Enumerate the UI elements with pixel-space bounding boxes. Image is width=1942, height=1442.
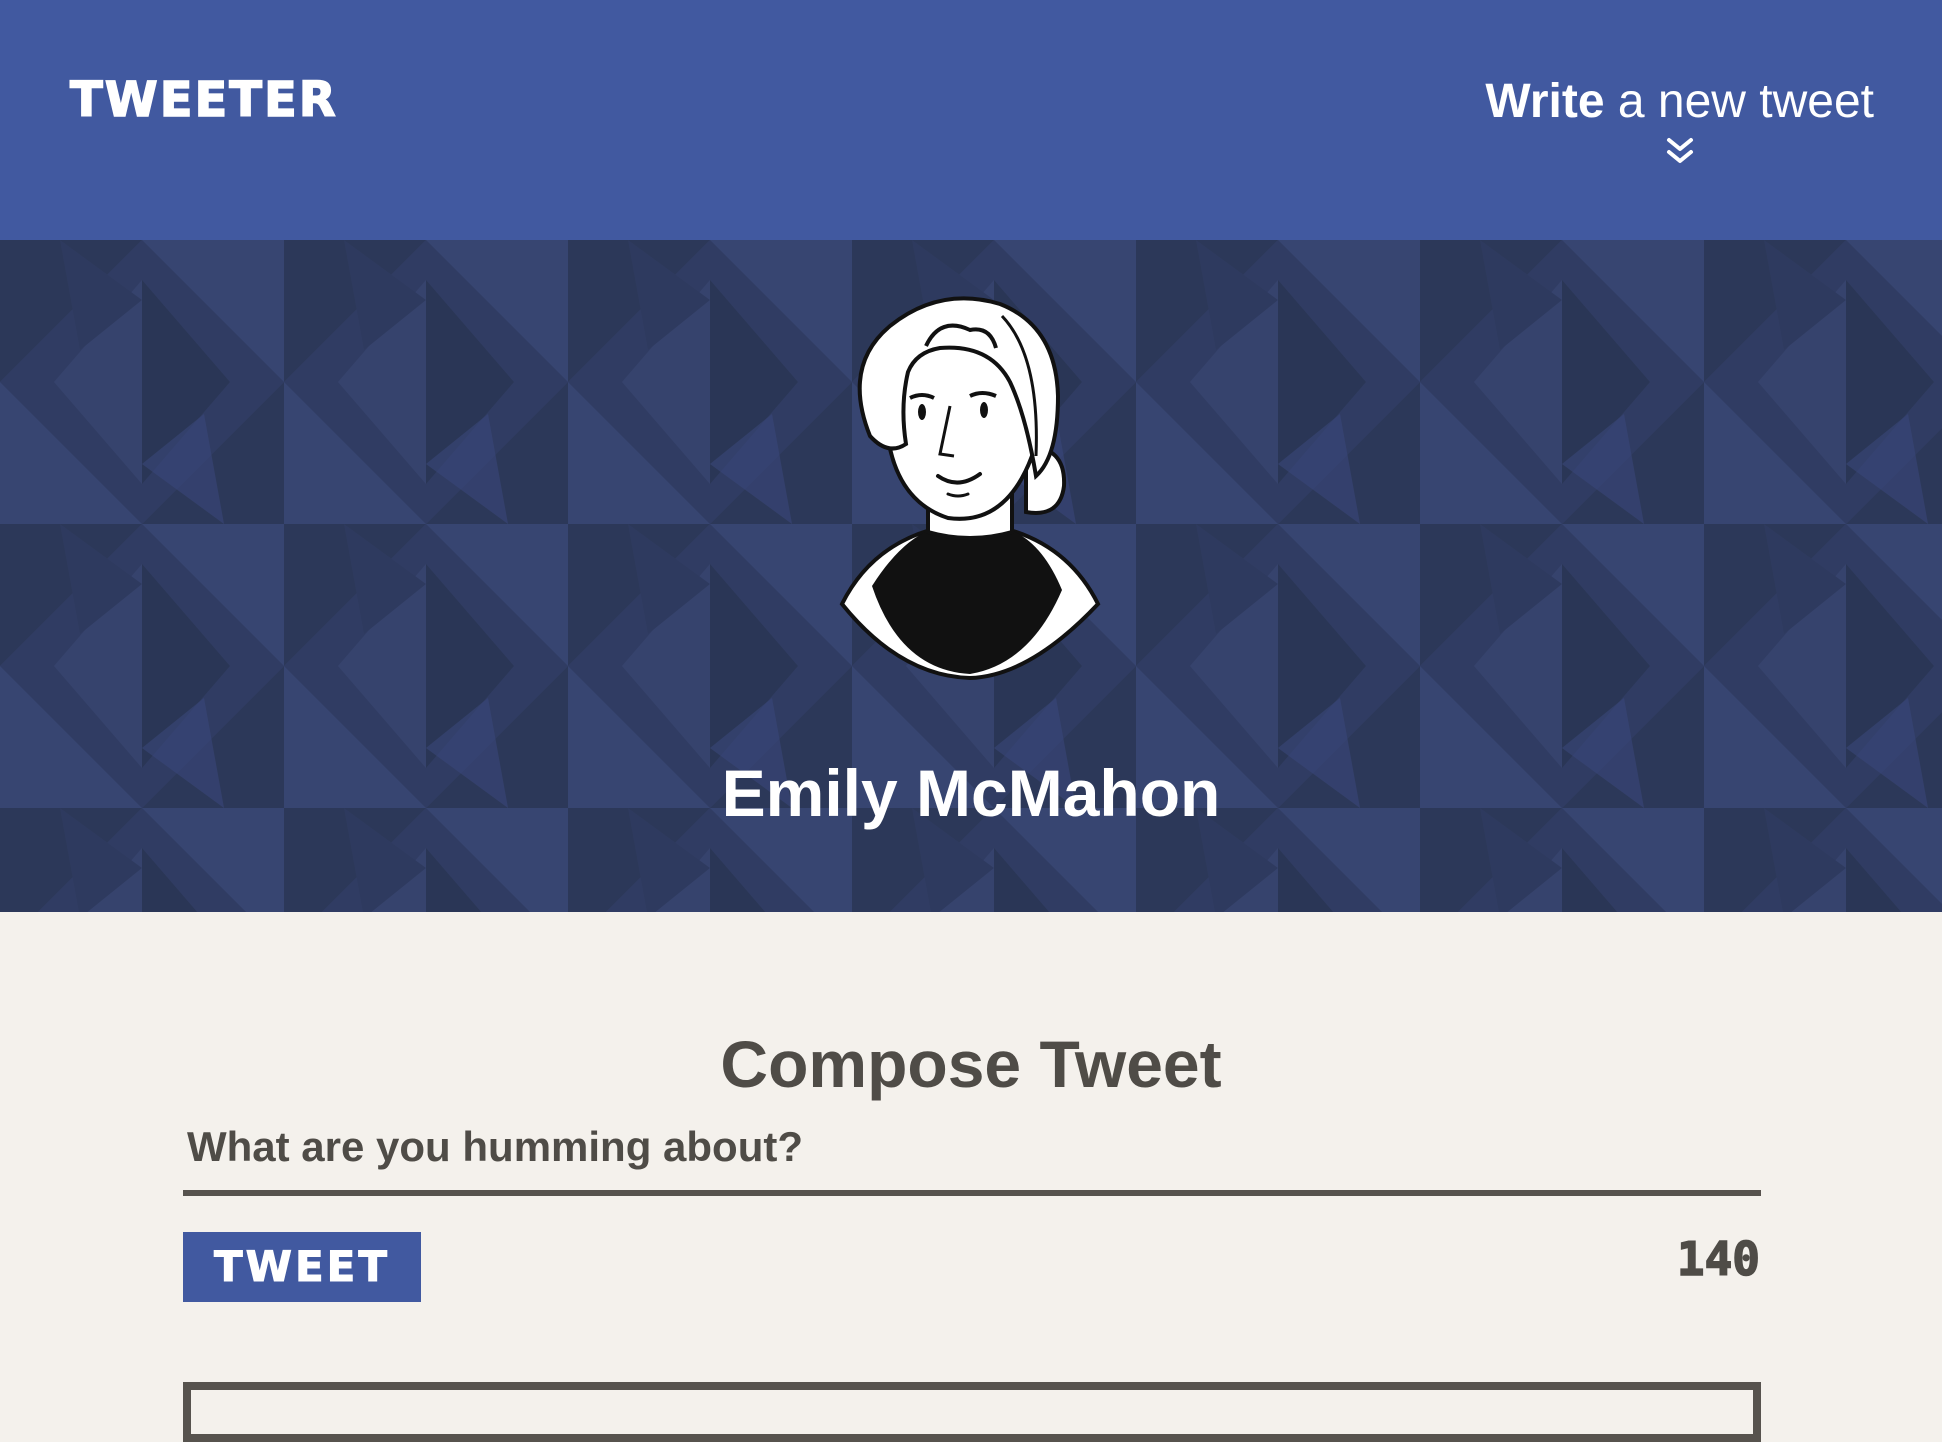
compose-link-rest: a new tweet	[1604, 75, 1874, 128]
profile-name: Emily McMahon	[721, 756, 1221, 830]
compose-section: Compose Tweet TWEET 140	[0, 912, 1942, 1442]
double-chevron-down-icon	[1666, 138, 1693, 163]
compose-title: Compose Tweet	[720, 1026, 1222, 1101]
profile-banner: Emily McMahon	[0, 240, 1942, 912]
top-nav: TWEETER Write a new tweet	[0, 0, 1942, 240]
brand-logo[interactable]: TWEETER	[69, 75, 338, 125]
tweet-text-input[interactable]	[183, 1104, 1761, 1196]
tweet-card-partial	[183, 1382, 1761, 1442]
tweet-submit-button[interactable]: TWEET	[183, 1232, 421, 1302]
character-counter: 140	[1676, 1232, 1761, 1286]
compose-link-bold: Write	[1485, 75, 1605, 128]
avatar	[839, 296, 1101, 681]
write-new-tweet-link[interactable]: Write a new tweet	[1485, 78, 1874, 166]
